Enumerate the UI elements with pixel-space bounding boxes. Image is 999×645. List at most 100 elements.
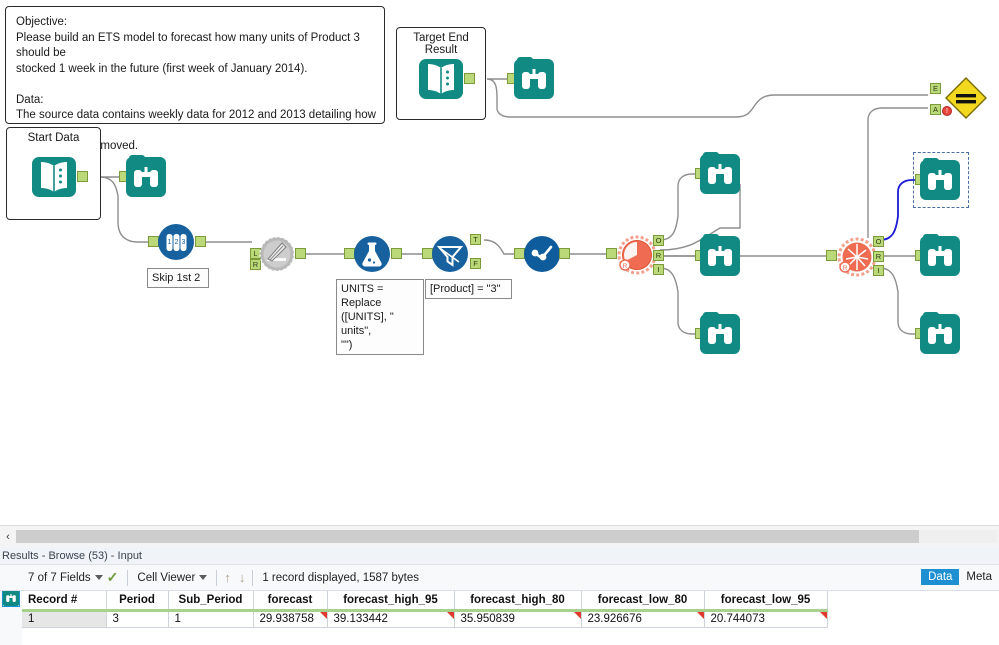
anchor-filter-false[interactable]: F (470, 258, 481, 269)
browse-tool-ets2-out-selected[interactable] (920, 158, 960, 200)
results-toolbar: 7 of 7 Fields ✓ Cell Viewer ↑ ↓ 1 record… (0, 565, 999, 591)
browse-node-icon[interactable] (2, 589, 20, 607)
chevron-down-icon[interactable] (94, 575, 103, 580)
browse-tool-ets1-report[interactable] (700, 234, 740, 276)
join-tool[interactable] (258, 235, 296, 273)
cell-forecast-low-95: 20.744073 (704, 610, 828, 628)
ets-forecast-icon: R (617, 235, 657, 275)
svg-text:R: R (843, 265, 848, 272)
col-forecast-high-95[interactable]: forecast_high_95 (327, 591, 455, 612)
table-row[interactable]: 1 3 1 29.938758 39.133442 35.950839 23.9… (22, 610, 828, 628)
workflow-canvas[interactable]: Objective: Please build an ETS model to … (0, 0, 999, 525)
table-header-row: Record # Period Sub_Period forecast fore… (22, 591, 828, 612)
toolbar-divider (216, 569, 218, 586)
binoculars-icon (920, 312, 960, 354)
col-forecast[interactable]: forecast (253, 591, 328, 612)
anchor-ets1-out[interactable]: O (653, 235, 664, 246)
anchor-ets1-interactive[interactable]: I (653, 264, 664, 275)
results-table: Record # Period Sub_Period forecast fore… (22, 591, 828, 628)
browse-tool-start[interactable] (126, 155, 166, 197)
ets-tool-2[interactable]: R (836, 236, 877, 277)
tab-data[interactable]: Data (921, 569, 960, 585)
anchor-output-select[interactable] (559, 248, 570, 259)
scroll-up-button[interactable]: ↑ (220, 570, 235, 585)
anchor-diamond-expected[interactable]: E (930, 83, 941, 94)
book-icon (419, 59, 463, 99)
ets-tool-1[interactable]: R (616, 234, 657, 275)
browse-tool-ets1-interactive[interactable] (700, 312, 740, 354)
svg-text:3: 3 (182, 239, 186, 246)
toolbar-divider (252, 569, 254, 586)
union-diamond-tool[interactable] (943, 75, 987, 119)
binoculars-icon (700, 152, 740, 194)
record-status-label: 1 record displayed, 1587 bytes (262, 571, 419, 584)
scrollbar-track[interactable] (16, 530, 997, 543)
anchor-ets1-report[interactable]: R (653, 250, 664, 261)
browse-tool-ets2-interactive[interactable] (920, 312, 960, 354)
sample-tool[interactable]: 1 2 3 (158, 224, 194, 260)
scrollbar-thumb[interactable] (16, 530, 919, 543)
binoculars-icon (920, 158, 960, 200)
binoculars-icon (514, 57, 554, 99)
canvas-horizontal-scrollbar[interactable]: ‹ (0, 525, 999, 547)
anchor-ets2-report[interactable]: R (873, 251, 884, 262)
anchor-diamond-actual[interactable]: A (930, 104, 941, 115)
sample-annotation: Skip 1st 2 (147, 268, 209, 288)
formula-tool[interactable] (354, 236, 390, 272)
binoculars-icon (126, 155, 166, 197)
scroll-down-button[interactable]: ↓ (235, 570, 250, 585)
cell-forecast-high-95: 39.133442 (327, 610, 455, 628)
anchor-filter-true[interactable]: T (470, 234, 481, 245)
filter-annotation: [Product] = "3" (425, 279, 512, 299)
tab-meta[interactable]: Meta (959, 569, 999, 585)
results-title: Results - Browse (53) - Input (0, 547, 999, 565)
cell-viewer-label: Cell Viewer (137, 571, 196, 584)
browse-tool-ets1-out[interactable] (700, 152, 740, 194)
select-check-icon (524, 236, 560, 272)
book-icon (32, 157, 76, 197)
chevron-down-icon[interactable] (199, 575, 208, 580)
funnel-icon (432, 236, 468, 272)
join-cog-icon (259, 236, 295, 272)
input-data-tool-target[interactable] (419, 59, 463, 99)
input-data-tool-start[interactable] (32, 157, 76, 197)
anchor-ets2-out[interactable]: O (873, 236, 884, 247)
formula-annotation: UNITS = Replace ([UNITS], " units", "") (336, 279, 424, 355)
select-tool[interactable] (524, 236, 560, 272)
record-status: 1 record displayed, 1587 bytes (256, 565, 425, 591)
fields-selector[interactable]: 7 of 7 Fields ✓ (22, 565, 124, 591)
start-data-title: Start Data (27, 132, 80, 144)
browse-tool-target[interactable] (514, 57, 554, 99)
check-icon[interactable]: ✓ (107, 569, 119, 586)
col-sub-period[interactable]: Sub_Period (168, 591, 254, 612)
ets-forecast-icon: R (837, 237, 877, 277)
col-period[interactable]: Period (106, 591, 169, 612)
objective-comment-box[interactable]: Objective: Please build an ETS model to … (5, 6, 385, 152)
anchor-output-join[interactable] (295, 248, 306, 259)
anchor-output-target-input[interactable] (464, 73, 475, 84)
target-end-result-title: Target End Result (413, 32, 469, 56)
cell-viewer-selector[interactable]: Cell Viewer (131, 565, 213, 591)
cell-forecast: 29.938758 (253, 610, 328, 628)
col-forecast-high-80[interactable]: forecast_high_80 (454, 591, 582, 612)
toolbar-divider (127, 569, 129, 586)
cell-forecast-high-80: 35.950839 (454, 610, 582, 628)
col-record-number[interactable]: Record # (22, 591, 107, 612)
scroll-left-arrow[interactable]: ‹ (0, 526, 16, 548)
anchor-ets2-interactive[interactable]: I (873, 265, 884, 276)
cell-sub-period: 1 (168, 610, 254, 628)
col-forecast-low-80[interactable]: forecast_low_80 (581, 591, 705, 612)
test-tubes-icon: 1 2 3 (158, 224, 194, 260)
anchor-output-sample[interactable] (195, 236, 206, 247)
equals-diamond-icon (945, 77, 987, 119)
col-forecast-low-95[interactable]: forecast_low_95 (704, 591, 828, 612)
data-meta-tabs: Data Meta (921, 569, 999, 585)
results-grid[interactable]: Record # Period Sub_Period forecast fore… (22, 591, 999, 645)
cell-record-number: 1 (22, 610, 107, 628)
browse-tool-ets2-report[interactable] (920, 234, 960, 276)
anchor-output-formula[interactable] (391, 248, 402, 259)
filter-tool[interactable] (432, 236, 468, 272)
anchor-output-start-input[interactable] (77, 171, 88, 182)
fields-label: 7 of 7 Fields (28, 571, 91, 584)
cell-forecast-low-80: 23.926676 (581, 610, 705, 628)
